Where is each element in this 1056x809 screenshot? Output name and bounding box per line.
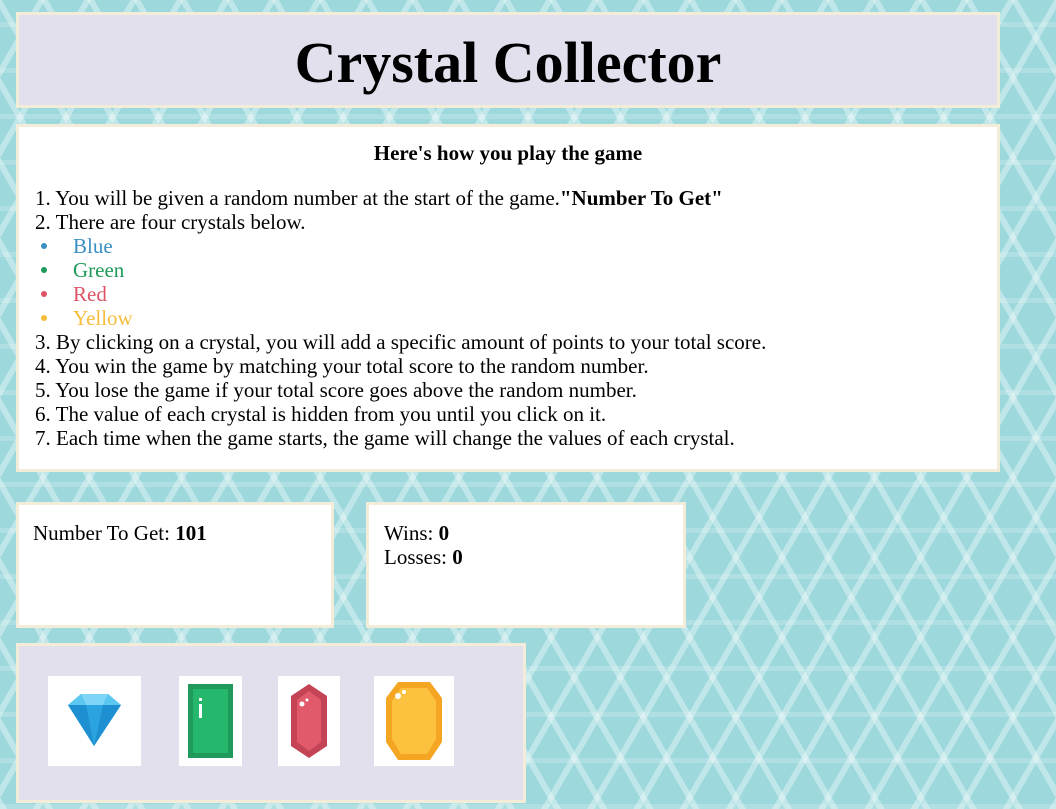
color-item-blue: Blue: [41, 234, 981, 258]
losses-row: Losses: 0: [384, 545, 668, 569]
crystal-color-list: Blue Green Red Yellow: [35, 234, 981, 330]
instruction-step-7: 7. Each time when the game starts, the g…: [35, 426, 735, 450]
bullet-icon: [41, 291, 47, 297]
color-label-green: Green: [73, 258, 125, 282]
target-value: 101: [175, 521, 207, 545]
instruction-step-3: 3. By clicking on a crystal, you will ad…: [35, 330, 767, 354]
blue-diamond-icon: [68, 694, 121, 746]
crystals-panel: [16, 643, 526, 803]
instruction-step-5: 5. You lose the game if your total score…: [35, 378, 637, 402]
bullet-icon: [41, 267, 47, 273]
instruction-step-6: 6. The value of each crystal is hidden f…: [35, 402, 607, 426]
bullet-icon: [41, 315, 47, 321]
target-label: Number To Get:: [33, 521, 176, 545]
instruction-step-1: 1. You will be given a random number at …: [35, 186, 981, 210]
yellow-crystal-icon: [386, 682, 442, 760]
wins-label: Wins:: [384, 521, 439, 545]
bullet-icon: [41, 243, 47, 249]
header-panel: Crystal Collector: [16, 12, 1000, 108]
instructions-panel: Here's how you play the game 1. You will…: [16, 124, 1000, 472]
color-item-green: Green: [41, 258, 981, 282]
green-crystal-icon: [188, 684, 233, 758]
instruction-step-1-bold: "Number To Get": [559, 186, 723, 210]
instruction-step-1-text: 1. You will be given a random number at …: [35, 186, 560, 210]
losses-label: Losses:: [384, 545, 453, 569]
score-panel: Wins: 0 Losses: 0: [366, 502, 686, 628]
color-item-red: Red: [41, 282, 981, 306]
color-label-blue: Blue: [73, 234, 113, 258]
target-number-panel: Number To Get: 101: [16, 502, 334, 628]
instructions-heading: Here's how you play the game: [373, 141, 643, 165]
crystal-button-green[interactable]: [179, 676, 242, 766]
wins-row: Wins: 0: [384, 521, 668, 545]
instruction-step-4: 4. You win the game by matching your tot…: [35, 354, 649, 378]
instruction-step-2: 2. There are four crystals below.: [35, 210, 306, 234]
red-crystal-icon: [291, 684, 327, 758]
crystal-button-yellow[interactable]: [374, 676, 454, 766]
losses-value: 0: [452, 545, 463, 569]
color-item-yellow: Yellow: [41, 306, 981, 330]
crystal-button-red[interactable]: [278, 676, 340, 766]
color-label-red: Red: [73, 282, 107, 306]
color-label-yellow: Yellow: [73, 306, 133, 330]
page-title: Crystal Collector: [294, 30, 722, 95]
wins-value: 0: [438, 521, 450, 545]
crystal-button-blue[interactable]: [48, 676, 141, 766]
